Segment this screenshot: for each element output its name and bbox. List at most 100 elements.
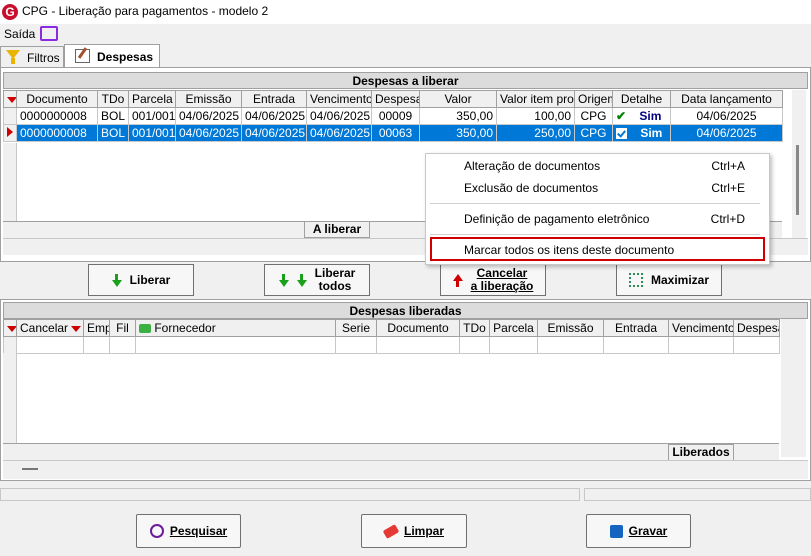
col-entrada[interactable]: Entrada <box>241 90 307 108</box>
col-parcela[interactable]: Parcela <box>128 90 176 108</box>
cell-emissao: 04/06/2025 <box>175 107 242 125</box>
arrow-up-icon <box>452 273 463 287</box>
save-icon <box>609 524 623 538</box>
money-icon <box>139 324 151 334</box>
liberar-todos-text: Liberar todos <box>315 267 356 293</box>
status-bar-right <box>584 488 811 501</box>
menu-separator-2 <box>430 234 760 235</box>
limpar-label: Limpar <box>403 524 444 538</box>
bottom-grid-scrollbar[interactable] <box>781 319 806 457</box>
cell-valor: 350,00 <box>419 124 497 142</box>
cell-emissao: 04/06/2025 <box>175 124 242 142</box>
col-vencimento[interactable]: Vencimento <box>668 319 734 337</box>
cell-vencimento: 04/06/2025 <box>306 124 372 142</box>
cell-tdo: BOL <box>97 107 129 125</box>
arrow-down-icon <box>111 273 122 287</box>
col-serie[interactable]: Serie <box>335 319 377 337</box>
col-vencimento[interactable]: Vencimento <box>306 90 372 108</box>
top-grid-scrollbar-thumb[interactable] <box>796 145 799 215</box>
monitor-icon[interactable] <box>40 26 58 41</box>
col-origem[interactable]: Origem <box>574 90 613 108</box>
top-grid-scrollbar[interactable] <box>792 90 806 238</box>
table-row-selected[interactable]: 0000000008 BOL 001/001 04/06/2025 04/06/… <box>3 124 783 142</box>
row-indicator-column <box>3 143 17 221</box>
col-tdo[interactable]: TDo <box>97 90 129 108</box>
col-emp[interactable]: Emp <box>83 319 110 337</box>
despesas-liberadas-grid[interactable]: Cancelar Emp Fil Fornecedor Serie Docume… <box>3 319 780 354</box>
despesas-a-liberar-grid[interactable]: Documento TDo Parcela Emissão Entrada Ve… <box>3 90 783 142</box>
tab-filtros-label: Filtros <box>27 51 60 65</box>
checkbox-icon <box>616 128 627 140</box>
cancelar-text: Cancelar a liberação <box>471 267 534 293</box>
shortcut-alteracao: Ctrl+A <box>711 159 745 173</box>
cell-documento: 0000000008 <box>16 124 98 142</box>
eraser-icon <box>382 523 400 539</box>
cell-data-lancamento: 04/06/2025 <box>670 107 783 125</box>
highlight-box <box>430 237 765 261</box>
col-documento[interactable]: Documento <box>16 90 98 108</box>
col-fornecedor[interactable]: Fornecedor <box>135 319 336 337</box>
col-valor-item-prop[interactable]: Valor item prop <box>496 90 575 108</box>
cell-vencimento: 04/06/2025 <box>306 107 372 125</box>
tab-filtros[interactable]: Filtros <box>0 46 64 67</box>
cell-despesa: 00063 <box>371 124 420 142</box>
detalhe-value: Sim <box>640 126 663 140</box>
filter-icon-stem <box>11 58 15 64</box>
sort-indicator[interactable] <box>3 90 17 108</box>
tab-despesas[interactable]: Despesas <box>64 44 160 67</box>
cell-data-lancamento: 04/06/2025 <box>670 124 783 142</box>
app-logo-icon: G <box>2 4 18 20</box>
table-row[interactable]: 0000000008 BOL 001/001 04/06/2025 04/06/… <box>3 107 783 125</box>
row-indicator-column <box>3 353 17 443</box>
empty-row <box>3 336 780 354</box>
maximizar-label: Maximizar <box>650 273 710 287</box>
sort-indicator[interactable] <box>3 319 17 337</box>
col-detalhe[interactable]: Detalhe <box>612 90 671 108</box>
liberar-label: Liberar <box>129 273 171 287</box>
col-fornecedor-label: Fornecedor <box>154 321 216 335</box>
liberar-button[interactable]: Liberar <box>88 264 194 296</box>
col-cancelar[interactable]: Cancelar <box>16 319 84 337</box>
col-despesa[interactable]: Despesa <box>371 90 420 108</box>
pesquisar-button[interactable]: Pesquisar <box>136 514 241 548</box>
cell-tdo: BOL <box>97 124 129 142</box>
liberar-todos-button[interactable]: Liberar todos <box>264 264 370 296</box>
col-emissao[interactable]: Emissão <box>537 319 604 337</box>
grid-header-row: Documento TDo Parcela Emissão Entrada Ve… <box>3 90 783 108</box>
menu-item-pagamento-eletronico[interactable]: Definição de pagamento eletrônico <box>464 212 649 226</box>
menu-item-alteracao[interactable]: Alteração de documentos <box>464 159 600 173</box>
col-despesa[interactable]: Despesa <box>733 319 780 337</box>
search-icon <box>149 524 164 538</box>
col-fil[interactable]: Fil <box>109 319 136 337</box>
cell-valor-item-prop: 250,00 <box>496 124 575 142</box>
col-documento[interactable]: Documento <box>376 319 460 337</box>
cell-valor-item-prop: 100,00 <box>496 107 575 125</box>
status-bar-left <box>0 488 580 501</box>
cell-detalhe[interactable]: Sim <box>612 124 671 142</box>
cell-entrada: 04/06/2025 <box>241 124 307 142</box>
menu-item-exclusao[interactable]: Exclusão de documentos <box>464 181 598 195</box>
maximizar-button[interactable]: Maximizar <box>616 264 722 296</box>
menu-saida[interactable]: Saída <box>4 27 35 41</box>
col-entrada[interactable]: Entrada <box>603 319 669 337</box>
cell-detalhe[interactable]: ✔ Sim <box>612 107 671 125</box>
maximize-icon <box>628 273 643 287</box>
splitter-handle[interactable] <box>22 468 38 470</box>
cell-valor: 350,00 <box>419 107 497 125</box>
cancelar-liberacao-button[interactable]: Cancelar a liberação <box>440 264 546 296</box>
col-valor[interactable]: Valor <box>419 90 497 108</box>
row-indicator <box>3 107 17 125</box>
bottom-grid-footer <box>3 443 779 460</box>
pesquisar-label: Pesquisar <box>169 524 228 538</box>
gravar-label: Gravar <box>628 524 668 538</box>
col-tdo[interactable]: TDo <box>459 319 490 337</box>
check-icon: ✔ <box>616 109 627 123</box>
grid-header-row: Cancelar Emp Fil Fornecedor Serie Docume… <box>3 319 780 337</box>
col-emissao[interactable]: Emissão <box>175 90 242 108</box>
col-parcela[interactable]: Parcela <box>489 319 538 337</box>
window-title: CPG - Liberação para pagamentos - modelo… <box>22 4 269 18</box>
row-indicator-current <box>3 124 17 142</box>
col-data-lancamento[interactable]: Data lançamento <box>670 90 783 108</box>
limpar-button[interactable]: Limpar <box>361 514 467 548</box>
gravar-button[interactable]: Gravar <box>586 514 691 548</box>
